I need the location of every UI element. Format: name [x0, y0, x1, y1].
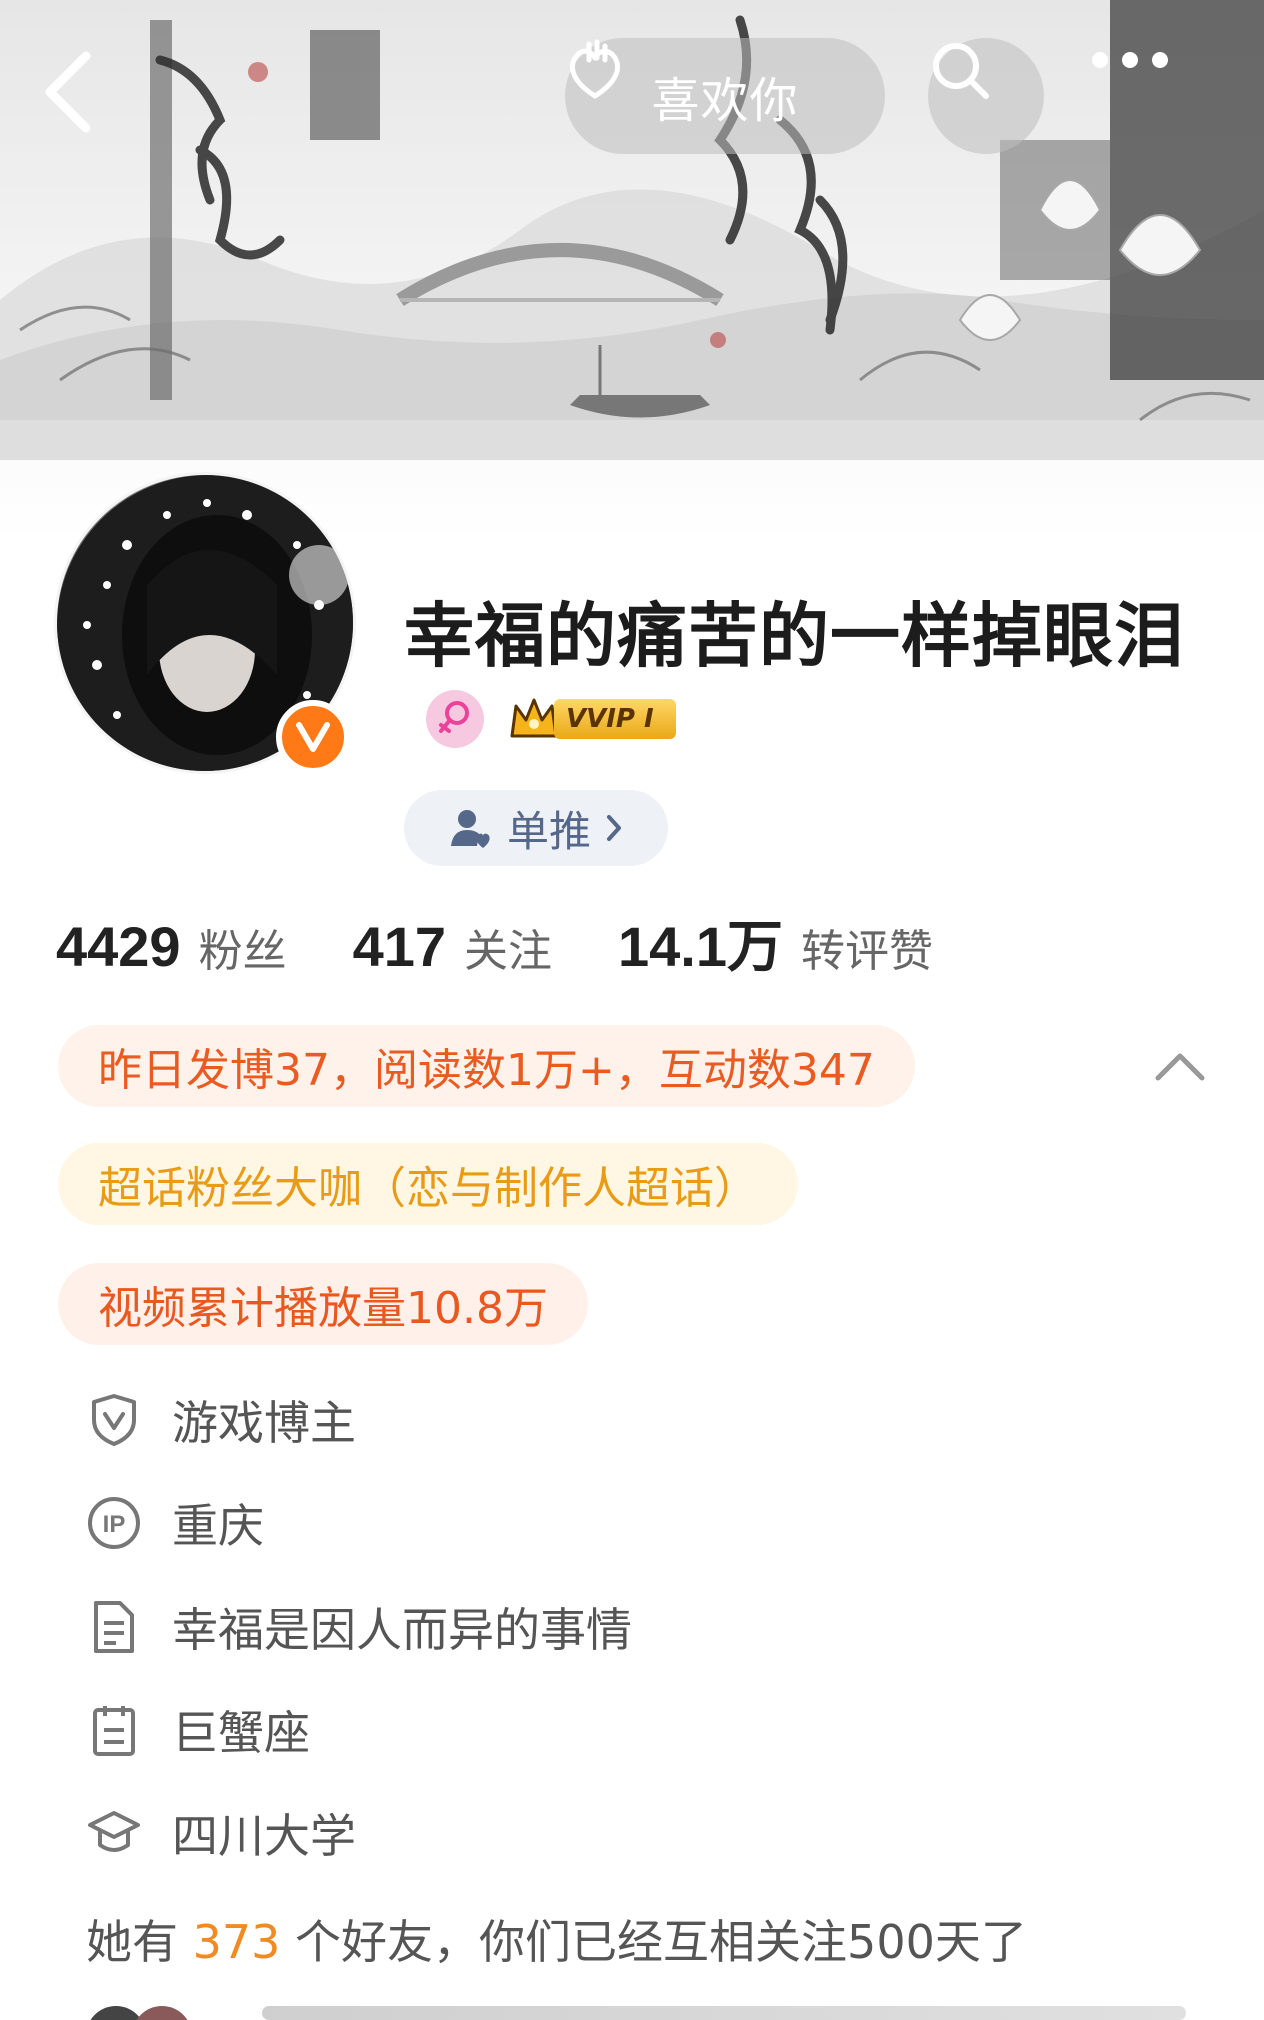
username: 幸福的痛苦的一样掉眼泪 [404, 595, 1185, 677]
like-you-button[interactable]: 喜欢你 [565, 38, 885, 154]
female-gender-badge [426, 690, 484, 748]
friends-suffix: 个好友，你们已经互相关注500天了 [280, 1915, 1027, 1969]
chevron-up-icon [1155, 1053, 1205, 1081]
crown-icon [510, 698, 558, 738]
single-push-button[interactable]: 单推 [404, 790, 668, 866]
activity-summary-chip[interactable]: 昨日发博37，阅读数1万+，互动数347 [58, 1025, 915, 1107]
interactions-count: 14.1万 [618, 915, 784, 978]
vip-level-label: VVIP I [554, 699, 676, 739]
followers-count: 4429 [56, 915, 181, 978]
back-button[interactable] [40, 50, 120, 140]
info-row-bio[interactable]: 幸福是因人而异的事情 [86, 1594, 632, 1660]
following-stat[interactable]: 417 关注 [353, 914, 552, 979]
super-topic-fan-chip[interactable]: 超话粉丝大咖（恋与制作人超话） [58, 1143, 798, 1225]
profile-banner: 喜欢你 [0, 0, 1264, 540]
more-icon [1092, 52, 1168, 68]
single-push-label: 单推 [506, 806, 591, 856]
interactions-label: 转评赞 [801, 926, 934, 977]
collapse-button[interactable] [1150, 1040, 1210, 1092]
svg-text:IP: IP [103, 1511, 126, 1538]
mutual-friends-line[interactable]: 她有 373 个好友，你们已经互相关注500天了 [86, 1906, 1027, 1972]
video-plays-chip[interactable]: 视频累计播放量10.8万 [58, 1263, 588, 1345]
stats-row: 4429 粉丝 417 关注 14.1万 转评赞 [56, 902, 999, 983]
info-text-school: 四川大学 [172, 1809, 356, 1863]
info-text-category: 游戏博主 [172, 1396, 356, 1450]
calendar-icon [86, 1702, 142, 1758]
friends-prefix: 她有 [86, 1915, 193, 1969]
user-heart-icon [450, 810, 490, 848]
shield-v-icon [86, 1392, 142, 1448]
verified-v-icon [296, 722, 330, 752]
ip-icon: IP [86, 1495, 142, 1551]
info-row-zodiac: 巨蟹座 [86, 1697, 310, 1763]
following-label: 关注 [464, 926, 553, 977]
info-row-school[interactable]: 四川大学 [86, 1800, 356, 1866]
document-icon [86, 1599, 142, 1655]
friend-avatar-peek [132, 2006, 192, 2020]
following-count: 417 [352, 915, 447, 978]
search-button[interactable] [928, 38, 1044, 154]
followers-label: 粉丝 [198, 926, 287, 977]
next-row-peek [86, 2006, 1186, 2020]
vip-badge[interactable]: VVIP I [508, 696, 676, 742]
info-row-ip-location: IP 重庆 [86, 1490, 264, 1556]
female-icon [439, 701, 469, 733]
search-icon [933, 43, 989, 99]
interactions-stat[interactable]: 14.1万 转评赞 [618, 902, 933, 983]
back-icon [45, 51, 91, 133]
verified-badge [276, 700, 350, 774]
heart-hand-icon [570, 39, 620, 99]
info-text-bio: 幸福是因人而异的事情 [172, 1603, 632, 1657]
info-text-ip-location: 重庆 [172, 1499, 264, 1553]
chevron-right-icon [607, 815, 621, 841]
info-row-category[interactable]: 游戏博主 [86, 1387, 356, 1453]
cut-off-text-line [262, 2006, 1186, 2020]
avatar-container[interactable] [54, 472, 356, 774]
badge-row: VVIP I [426, 690, 676, 748]
friends-count[interactable]: 373 [193, 1915, 281, 1969]
followers-stat[interactable]: 4429 粉丝 [56, 914, 287, 979]
like-you-label: 喜欢你 [651, 73, 799, 129]
info-text-zodiac: 巨蟹座 [172, 1706, 310, 1760]
more-button[interactable] [1090, 50, 1210, 140]
graduation-cap-icon [86, 1805, 142, 1861]
